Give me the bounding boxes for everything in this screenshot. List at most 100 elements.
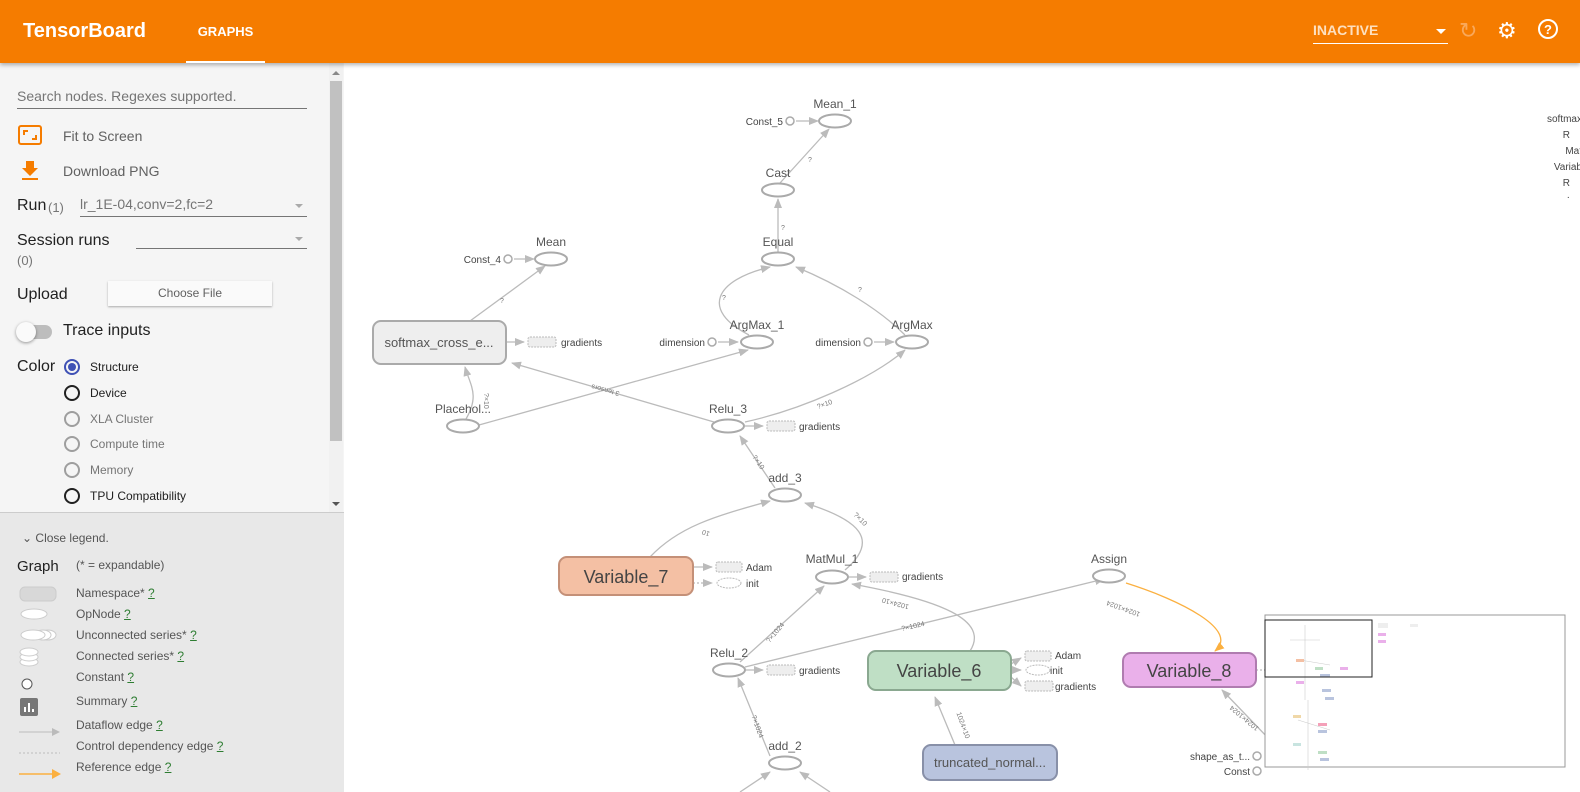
namespace-icon [19, 586, 57, 602]
close-legend-button[interactable]: ⌄ Close legend. [22, 531, 109, 545]
upload-label: Upload [17, 286, 68, 303]
node-label: init [1050, 666, 1063, 677]
offscreen-labels: softmax R Mat Variab R · [1547, 114, 1580, 203]
edge [934, 696, 956, 746]
edge [739, 771, 771, 792]
gradients-node [869, 571, 899, 583]
fit-to-screen-icon[interactable] [18, 125, 42, 150]
node-label: Variab [1554, 162, 1580, 173]
color-xla-radio[interactable] [64, 411, 80, 427]
app-title: TensorBoard [23, 20, 146, 42]
summary-icon [20, 698, 38, 716]
op-node [761, 251, 795, 267]
adam-node [715, 561, 743, 573]
node-label: init [746, 579, 759, 590]
fit-to-screen-button[interactable]: Fit to Screen [63, 128, 142, 144]
adam-node [1024, 650, 1052, 662]
constant-icon [21, 678, 33, 690]
search-input[interactable]: Search nodes. Regexes supported. [17, 88, 307, 109]
op-node [895, 334, 929, 350]
tab-graphs[interactable]: GRAPHS [186, 0, 265, 63]
legend-panel: ⌄ Close legend. Graph (* = expandable) N… [0, 512, 344, 792]
node-label: dimension [815, 338, 861, 349]
init-node [1025, 664, 1051, 676]
node-label: Adam [746, 563, 772, 574]
choose-file-button[interactable]: Choose File [108, 281, 272, 306]
node-label: Placehol... [435, 402, 491, 416]
color-memory-radio[interactable] [64, 462, 80, 478]
gradients-node [766, 420, 796, 432]
help-link[interactable]: ? [156, 718, 163, 732]
session-runs-count: (0) [17, 253, 33, 268]
op-node [818, 113, 852, 129]
legend-item: OpNode ? [76, 607, 131, 621]
op-node [768, 755, 802, 771]
edge [649, 499, 771, 558]
node-label: Mat [1565, 146, 1580, 157]
sidebar-scrollbar[interactable] [329, 63, 343, 512]
edge-label: ? [858, 287, 862, 294]
download-icon[interactable] [21, 161, 39, 186]
dataflow-edge-icon [19, 728, 60, 736]
help-link[interactable]: ? [190, 628, 197, 642]
help-link[interactable]: ? [165, 760, 172, 774]
reference-edge [1125, 582, 1225, 652]
help-link[interactable]: ? [131, 694, 138, 708]
legend-item: Control dependency edge ? [76, 739, 224, 753]
node-label: Const_5 [746, 117, 784, 128]
color-compute-time-radio[interactable] [64, 436, 80, 452]
edge [795, 266, 906, 336]
node-label: shape_as_t... [1190, 752, 1250, 763]
op-node [815, 569, 849, 585]
help-link[interactable]: ? [217, 739, 224, 753]
gear-icon[interactable]: ⚙ [1497, 18, 1517, 44]
legend-item: Reference edge ? [76, 760, 172, 774]
namespace-nodes [372, 320, 1257, 781]
edge-label: 1024×1024 [1229, 703, 1261, 731]
color-structure-radio[interactable] [64, 359, 80, 375]
node-label: gradients [799, 666, 840, 677]
help-link[interactable]: ? [177, 649, 184, 663]
op-node [711, 418, 745, 434]
edge-label: ?×10 [852, 512, 868, 528]
refresh-icon[interactable]: ↻ [1459, 18, 1477, 44]
legend-subtitle: (* = expandable) [76, 558, 165, 572]
run-count: (1) [48, 200, 64, 215]
edge-label: 1024×10 [881, 596, 909, 610]
help-link[interactable]: ? [124, 607, 131, 621]
opnode-icon [20, 608, 48, 620]
node-label: Variable_6 [897, 661, 982, 682]
color-tpu-radio[interactable] [64, 488, 80, 504]
color-option-label: TPU Compatibility [90, 489, 187, 503]
edge-label: 10 [701, 528, 711, 537]
color-device-radio[interactable] [64, 385, 80, 401]
session-runs-select[interactable] [136, 229, 307, 249]
node-label: Const_4 [464, 255, 502, 266]
run-label: Run [17, 197, 47, 214]
constant-node [503, 254, 513, 264]
init-node [716, 577, 742, 589]
legend-item: Summary ? [76, 694, 138, 708]
reload-status-dropdown[interactable]: INACTIVE [1313, 18, 1448, 44]
trace-inputs-toggle[interactable] [16, 322, 52, 342]
help-link[interactable]: ? [148, 586, 155, 600]
node-label: Equal [763, 235, 794, 249]
help-icon[interactable]: ? [1537, 18, 1559, 46]
legend-item: Constant ? [76, 670, 135, 684]
node-label: add_3 [768, 471, 802, 485]
legend-title: Graph [17, 558, 59, 575]
run-select[interactable]: lr_1E-04,conv=2,fc=2 [80, 196, 307, 217]
node-label: gradients [799, 422, 840, 433]
graph-canvas[interactable]: ? ? ? ? ? 3 tensors ?×10 ?×10 ?×10 10 ?×… [344, 63, 1580, 792]
edge-label: ? [722, 295, 726, 302]
edge [1010, 676, 1022, 687]
edge [478, 348, 749, 426]
help-link[interactable]: ? [127, 670, 134, 684]
chevron-down-icon [295, 204, 303, 212]
legend-item: Connected series* ? [76, 649, 185, 663]
minimap[interactable] [1264, 614, 1566, 770]
edge-label: 1024×1024 [1106, 599, 1142, 618]
download-png-button[interactable]: Download PNG [63, 163, 160, 179]
edges [463, 117, 1271, 792]
gradients-node [1024, 680, 1054, 692]
